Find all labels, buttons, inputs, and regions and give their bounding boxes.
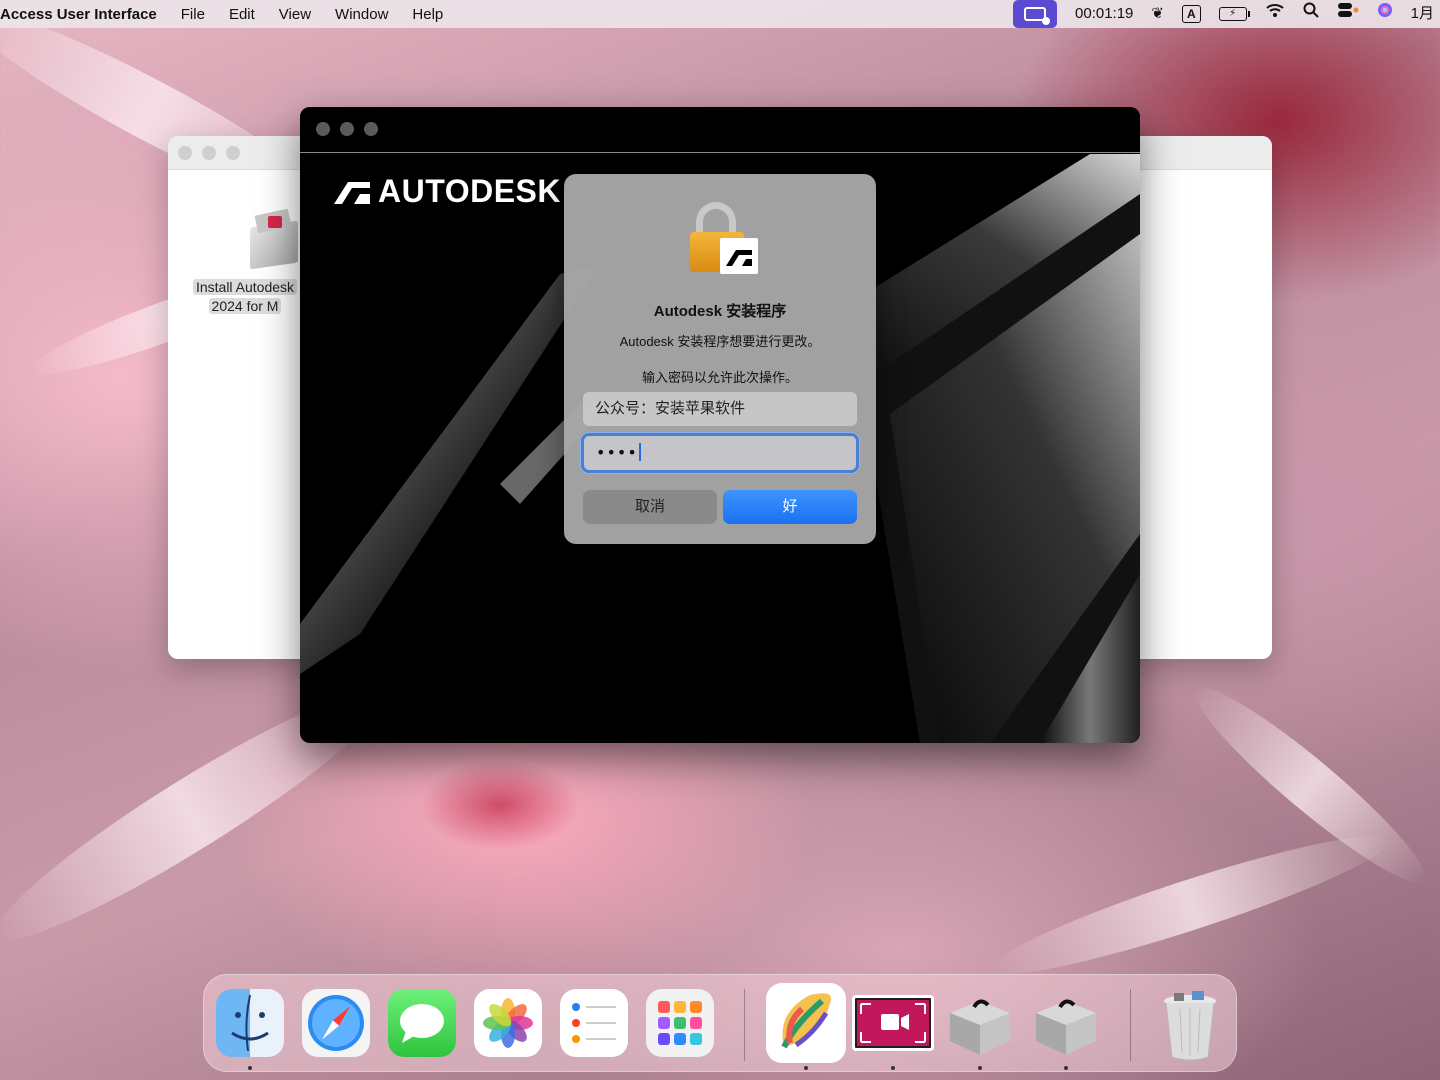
- wallpaper-lips: [420, 760, 580, 850]
- dock: [203, 974, 1237, 1072]
- lock-icon: [690, 202, 758, 276]
- installer-package-label[interactable]: Install Autodesk 2024 for M: [186, 278, 304, 316]
- cancel-button[interactable]: 取消: [583, 490, 717, 524]
- username-field[interactable]: 公众号：安装苹果软件: [583, 392, 857, 426]
- authorization-dialog: Autodesk 安装程序 Autodesk 安装程序想要进行更改。 输入密码以…: [564, 174, 876, 544]
- wifi-icon[interactable]: [1265, 0, 1285, 28]
- spotlight-search-icon[interactable]: [1303, 0, 1319, 28]
- menu-bar-status-area: 00:01:19 ❦ A ⚡ 1月: [1013, 0, 1434, 28]
- autodesk-logo: AUTODESK: [334, 173, 561, 210]
- reminders-icon[interactable]: [560, 989, 628, 1057]
- menu-help[interactable]: Help: [412, 6, 443, 23]
- menu-edit[interactable]: Edit: [229, 6, 255, 23]
- zoom-window-button[interactable]: [364, 122, 378, 136]
- menu-bar-date[interactable]: 1月: [1411, 0, 1434, 28]
- menu-window[interactable]: Window: [335, 6, 388, 23]
- leaf-app-icon[interactable]: [766, 983, 846, 1063]
- close-window-button[interactable]: [178, 146, 192, 160]
- password-masked-value: ••••: [596, 443, 638, 462]
- leaf-icon[interactable]: ❦: [1151, 0, 1164, 28]
- dialog-message: Autodesk 安装程序想要进行更改。: [619, 334, 821, 349]
- minimize-window-button[interactable]: [202, 146, 216, 160]
- wallpaper-hair-streak: [982, 816, 1398, 994]
- running-indicator: [804, 1066, 808, 1070]
- trash-icon[interactable]: [1156, 989, 1224, 1061]
- installer-titlebar: [300, 107, 1140, 153]
- dialog-title: Autodesk 安装程序: [653, 303, 787, 320]
- zoom-window-button[interactable]: [226, 146, 240, 160]
- menu-view[interactable]: View: [279, 6, 311, 23]
- menu-bar: Access User Interface File Edit View Win…: [0, 0, 1440, 28]
- autodesk-badge-icon: [726, 250, 752, 266]
- running-indicator: [1064, 1066, 1068, 1070]
- minimize-window-button[interactable]: [340, 122, 354, 136]
- running-indicator: [978, 1066, 982, 1070]
- close-window-button[interactable]: [316, 122, 330, 136]
- password-field[interactable]: ••••: [581, 433, 859, 473]
- siri-icon[interactable]: [1377, 0, 1393, 28]
- ok-button[interactable]: 好: [723, 490, 857, 524]
- messages-icon[interactable]: [388, 989, 456, 1057]
- dialog-prompt: 输入密码以允许此次操作。: [641, 370, 798, 385]
- running-indicator: [248, 1066, 252, 1070]
- screen-recorder-icon[interactable]: [852, 995, 934, 1051]
- autodesk-installer-icon[interactable]: [1030, 989, 1098, 1057]
- autodesk-logo-text: AUTODESK: [378, 173, 561, 209]
- screen-recording-icon[interactable]: [1013, 0, 1058, 28]
- menu-file[interactable]: File: [181, 6, 205, 23]
- input-method-indicator[interactable]: A: [1181, 5, 1201, 23]
- text-caret: [638, 443, 641, 461]
- installer-package-icon[interactable]: [246, 208, 302, 272]
- recording-timer[interactable]: 00:01:19: [1075, 0, 1133, 28]
- battery-icon[interactable]: ⚡: [1218, 7, 1250, 21]
- finder-icon[interactable]: [216, 989, 284, 1057]
- autodesk-installer-icon[interactable]: [944, 989, 1012, 1057]
- dock-separator: [744, 989, 745, 1061]
- running-indicator: [891, 1066, 895, 1070]
- photos-icon[interactable]: [474, 989, 542, 1057]
- app-name-menu[interactable]: Access User Interface: [0, 6, 157, 23]
- safari-icon[interactable]: [302, 989, 370, 1057]
- autodesk-logo-mark-icon: [334, 181, 370, 204]
- dock-separator: [1130, 989, 1131, 1061]
- control-center-icon[interactable]: [1337, 0, 1359, 28]
- launchpad-icon[interactable]: [646, 989, 714, 1057]
